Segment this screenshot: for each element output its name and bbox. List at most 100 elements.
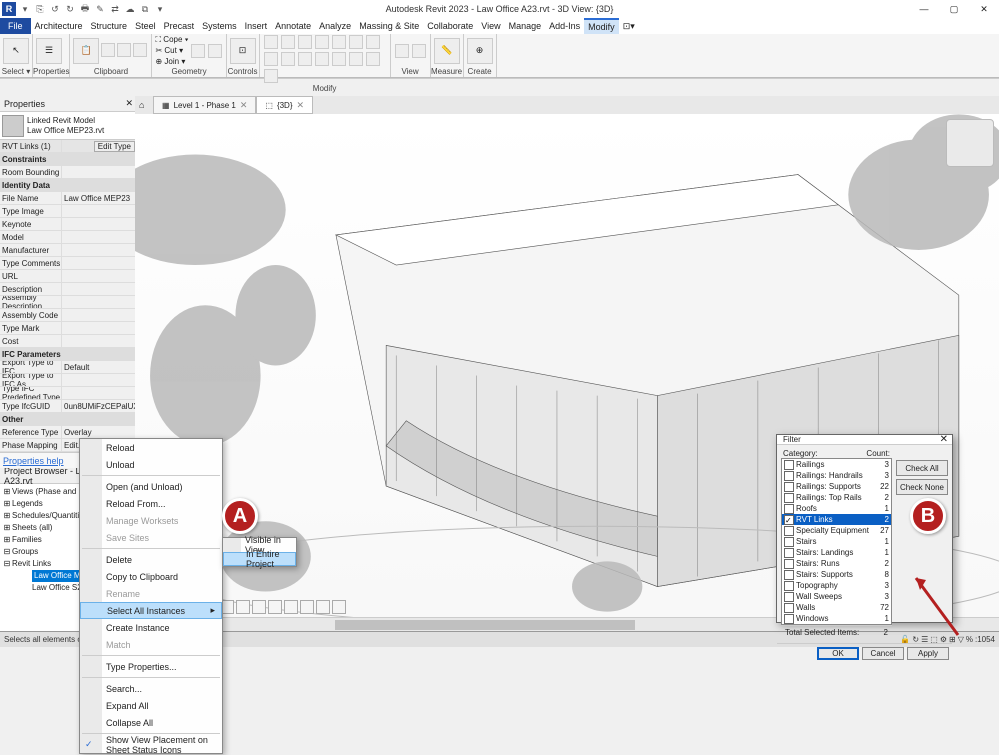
checkbox[interactable]	[784, 592, 794, 602]
tab-collaborate[interactable]: Collaborate	[423, 18, 477, 34]
property-row[interactable]: Type Image	[0, 205, 135, 218]
property-row[interactable]: File NameLaw Office MEP23	[0, 192, 135, 205]
modify-icon[interactable]	[264, 69, 278, 83]
checkbox[interactable]	[784, 526, 794, 536]
filter-row[interactable]: Railings: Top Rails2	[782, 492, 891, 503]
geo-icon[interactable]	[191, 44, 205, 58]
tab-manage[interactable]: Manage	[505, 18, 546, 34]
type-selector[interactable]: Linked Revit Model Law Office MEP23.rvt	[0, 112, 135, 140]
matchprop-icon[interactable]	[133, 43, 147, 57]
menu-item[interactable]: Delete	[80, 551, 222, 568]
checkbox[interactable]	[784, 537, 794, 547]
tab-insert[interactable]: Insert	[241, 18, 272, 34]
tab-architecture[interactable]: Architecture	[31, 18, 87, 34]
lock-icon[interactable]	[300, 600, 314, 614]
property-row[interactable]: Type Comments	[0, 257, 135, 270]
qat-icon[interactable]: ▾	[153, 2, 167, 16]
filter-row[interactable]: Stairs1	[782, 536, 891, 547]
property-row[interactable]: Cost	[0, 335, 135, 348]
create-button[interactable]: ⊕	[467, 38, 493, 64]
filter-row[interactable]: Stairs: Runs2	[782, 558, 891, 569]
tab-addins[interactable]: Add-Ins	[545, 18, 584, 34]
modify-icon[interactable]	[366, 35, 380, 49]
menu-item[interactable]: Type Properties...	[80, 658, 222, 675]
edit-type-button[interactable]: Edit Type	[94, 141, 135, 152]
geo-icon[interactable]	[208, 44, 222, 58]
close-tab-icon[interactable]: ✕	[240, 100, 248, 111]
tab-steel[interactable]: Steel	[131, 18, 160, 34]
render-icon[interactable]	[252, 600, 266, 614]
checkbox[interactable]	[784, 471, 794, 481]
properties-section-header[interactable]: Other	[0, 413, 135, 426]
window-close-icon[interactable]: ✕	[969, 0, 999, 18]
menu-item[interactable]: Search...	[80, 680, 222, 697]
cancel-button[interactable]: Cancel	[862, 647, 904, 660]
filter-row[interactable]: Railings: Handrails3	[782, 470, 891, 481]
menu-item[interactable]: Expand All	[80, 697, 222, 714]
close-tab-icon[interactable]: ✕	[297, 100, 305, 111]
check-all-button[interactable]: Check All	[896, 460, 948, 476]
menu-item[interactable]: ✓Show View Placement on Sheet Status Ico…	[80, 736, 222, 753]
qat-icon[interactable]: ⇄	[108, 2, 122, 16]
property-row[interactable]: Type IfcGUID0un8UMiFzCEPalUXfPHVLfi	[0, 400, 135, 413]
properties-section-header[interactable]: Constraints	[0, 153, 135, 166]
properties-section-header[interactable]: IFC Parameters	[0, 348, 135, 361]
menu-item[interactable]: Copy to Clipboard	[80, 568, 222, 585]
window-minimize-icon[interactable]: —	[909, 0, 939, 18]
tab-structure[interactable]: Structure	[87, 18, 132, 34]
property-row[interactable]: Export Type to IFCDefault	[0, 361, 135, 374]
modify-icon[interactable]	[349, 52, 363, 66]
hide-icon[interactable]	[316, 600, 330, 614]
checkbox[interactable]	[784, 581, 794, 591]
qat-open-icon[interactable]: ⎘	[33, 2, 47, 16]
qat-save-icon[interactable]: ▾	[18, 2, 32, 16]
property-row[interactable]: Manufacturer	[0, 244, 135, 257]
filter-row[interactable]: Wall Sweeps3	[782, 591, 891, 602]
menu-item[interactable]: Reload	[80, 439, 222, 456]
checkbox[interactable]	[784, 504, 794, 514]
apply-button[interactable]: Apply	[907, 647, 949, 660]
modify-icon[interactable]	[366, 52, 380, 66]
tab-modify[interactable]: Modify	[584, 18, 619, 34]
checkbox[interactable]	[784, 614, 794, 624]
tab-massing[interactable]: Massing & Site	[355, 18, 423, 34]
modify-icon[interactable]	[281, 52, 295, 66]
checkbox[interactable]	[784, 460, 794, 470]
filter-row[interactable]: Roofs1	[782, 503, 891, 514]
checkbox[interactable]	[784, 570, 794, 580]
filter-row[interactable]: Railings: Supports22	[782, 481, 891, 492]
horizontal-scrollbar[interactable]	[335, 620, 635, 630]
ok-button[interactable]: OK	[817, 647, 859, 660]
modify-icon[interactable]	[315, 52, 329, 66]
modify-icon[interactable]	[264, 52, 278, 66]
tab-systems[interactable]: Systems	[198, 18, 241, 34]
checkbox[interactable]	[784, 548, 794, 558]
crop-icon[interactable]	[268, 600, 282, 614]
tab-home-icon[interactable]: ⌂	[139, 100, 153, 110]
paste-button[interactable]: 📋	[73, 38, 99, 64]
status-icon[interactable]: ▽	[958, 635, 964, 644]
modify-icon[interactable]	[332, 35, 346, 49]
view-cube[interactable]	[946, 119, 994, 167]
modify-icon[interactable]	[298, 52, 312, 66]
checkbox[interactable]	[784, 603, 794, 613]
ribbon-collapse-icon[interactable]: ⊡▾	[619, 18, 639, 34]
tab-analyze[interactable]: Analyze	[315, 18, 355, 34]
property-row[interactable]: URL	[0, 270, 135, 283]
view-icon[interactable]	[412, 44, 426, 58]
reveal-icon[interactable]	[332, 600, 346, 614]
property-row[interactable]: Keynote	[0, 218, 135, 231]
cut-button[interactable]: ✂ Cut ▾	[155, 45, 188, 56]
qat-icon[interactable]: ✎	[93, 2, 107, 16]
modify-icon[interactable]	[298, 35, 312, 49]
window-restore-icon[interactable]: ▢	[939, 0, 969, 18]
measure-button[interactable]: 📏	[434, 38, 460, 64]
menu-item[interactable]: Open (and Unload)	[80, 478, 222, 495]
qat-icon[interactable]: ☁	[123, 2, 137, 16]
menu-item[interactable]: Create Instance	[80, 619, 222, 636]
cope-button[interactable]: ⛶ Cope ▾	[155, 34, 188, 45]
checkbox[interactable]	[784, 493, 794, 503]
status-icon[interactable]: %	[966, 635, 973, 644]
checkbox[interactable]: ✓	[784, 515, 794, 525]
menu-item[interactable]: Reload From...	[80, 495, 222, 512]
